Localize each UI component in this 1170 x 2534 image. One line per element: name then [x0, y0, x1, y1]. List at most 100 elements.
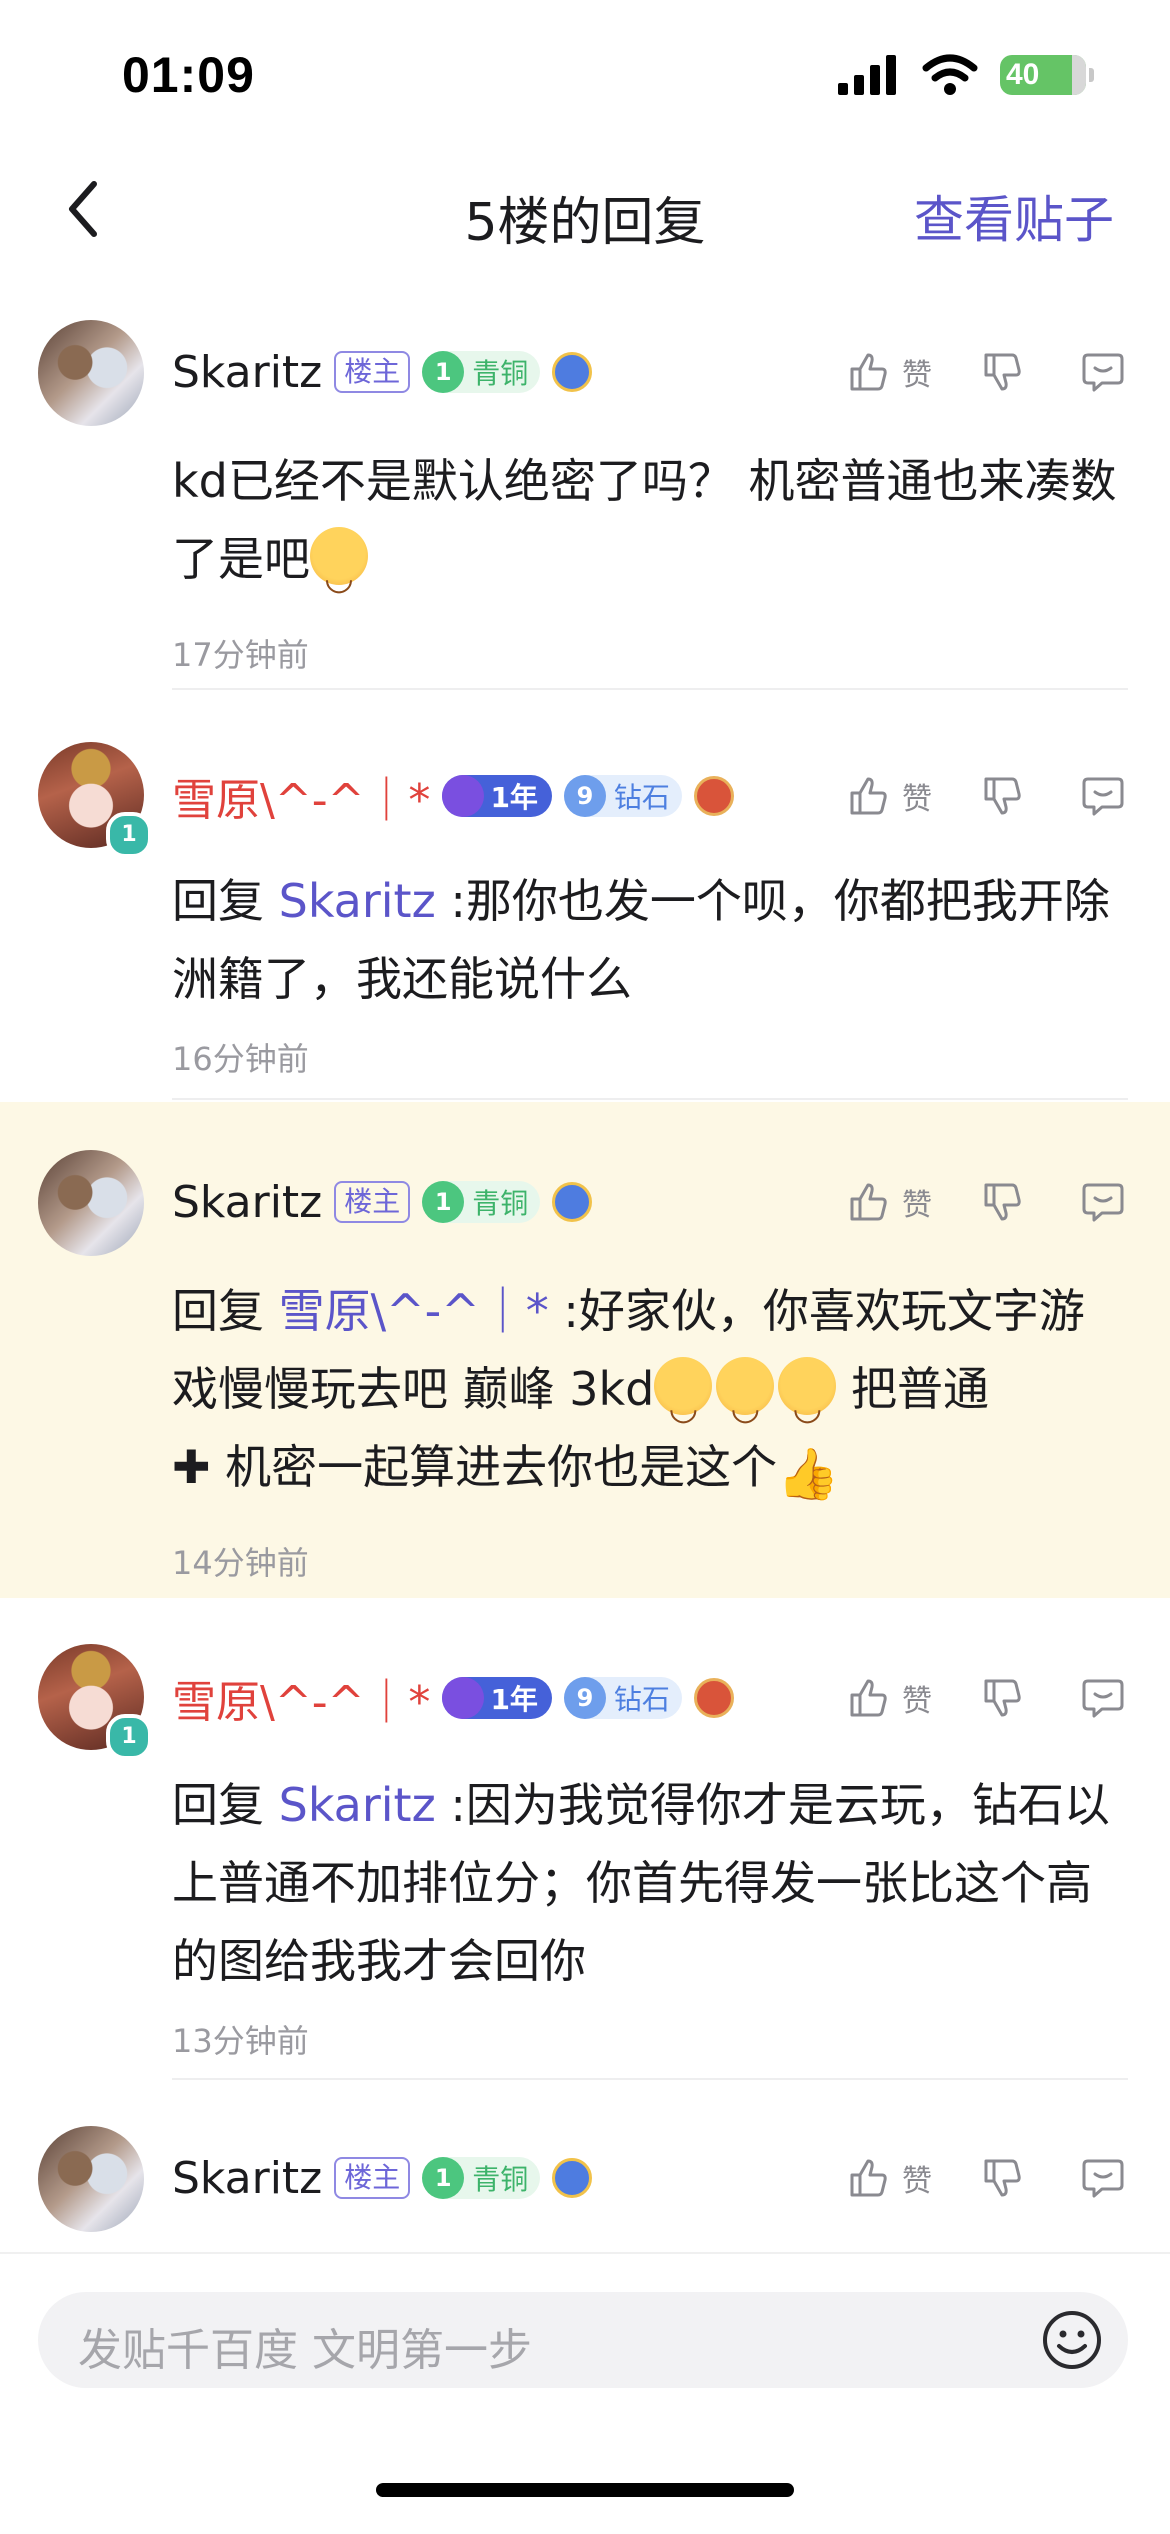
like-button[interactable]: 赞 — [846, 1675, 932, 1721]
year-badge-icon — [442, 775, 485, 817]
username[interactable]: 雪原\^-^｜* — [172, 1666, 430, 1730]
laughing-emoji-icon — [310, 527, 368, 617]
comment-text-part2: 把普通 — [836, 1362, 989, 1416]
comment-time: 16分钟前 — [172, 1040, 309, 1078]
reply-input-placeholder: 发贴千百度 文明第一步 — [78, 2325, 532, 2376]
medal-icon — [552, 2158, 593, 2198]
reply-prefix: 回复 — [172, 1284, 279, 1338]
avatar-level-badge: 1 — [106, 1714, 152, 1760]
username[interactable]: Skaritz — [172, 347, 322, 398]
thumbs-up-icon — [850, 353, 887, 391]
mention-link[interactable]: Skaritz — [279, 1778, 436, 1832]
thumbs-down-icon[interactable] — [980, 1179, 1026, 1225]
medal-icon — [552, 1182, 593, 1222]
nav-bar: 5楼的回复 查看贴子 — [0, 150, 1170, 270]
comment-icon[interactable] — [1080, 1179, 1126, 1225]
rank-level: 9 — [563, 775, 606, 817]
laughing-emoji-icon — [654, 1357, 713, 1447]
username[interactable]: Skaritz — [172, 2153, 322, 2204]
like-button[interactable]: 赞 — [846, 349, 932, 395]
comment-actions: 赞 — [846, 1668, 1126, 1728]
laughing-emoji-icon — [778, 1357, 837, 1447]
comment-item-highlighted: Skaritz 楼主 1 青铜 赞 回复 雪原\^-^｜* :好家伙，你喜欢玩文字… — [0, 1102, 1170, 1598]
avatar[interactable] — [38, 2126, 144, 2232]
rank-level: 9 — [563, 1677, 606, 1719]
year-badge: 1年 — [442, 775, 552, 817]
reply-prefix: 回复 — [172, 1778, 279, 1832]
like-button[interactable]: 赞 — [846, 2155, 932, 2201]
year-badge: 1年 — [442, 1677, 552, 1719]
laughing-emoji-icon — [716, 1357, 775, 1447]
like-label: 赞 — [902, 358, 932, 393]
comment-actions: 赞 — [846, 766, 1126, 826]
comment-actions: 赞 — [846, 342, 1126, 402]
like-label: 赞 — [902, 1684, 932, 1719]
comment-icon[interactable] — [1080, 773, 1126, 819]
rank-level: 1 — [422, 2157, 465, 2199]
avatar[interactable] — [38, 320, 144, 426]
like-label: 赞 — [902, 2164, 932, 2199]
status-bar: 01:09 40 — [0, 0, 1170, 150]
thumbs-down-icon[interactable] — [980, 349, 1026, 395]
avatar[interactable] — [38, 1150, 144, 1256]
thumbs-down-icon[interactable] — [980, 2155, 1026, 2201]
mention-link[interactable]: Skaritz — [279, 874, 436, 928]
like-button[interactable]: 赞 — [846, 773, 932, 819]
medal-icon — [552, 352, 593, 392]
rank-name: 钻石 — [613, 1683, 670, 1716]
comment-body: 回复 雪原\^-^｜* :好家伙，你喜欢玩文字游戏慢慢玩去吧 巅峰 3kd 把普… — [172, 1272, 1128, 1506]
reply-input[interactable]: 发贴千百度 文明第一步 — [38, 2292, 1128, 2388]
battery-level: 40 — [1006, 58, 1040, 91]
comment-icon[interactable] — [1080, 1675, 1126, 1721]
home-indicator — [376, 2483, 794, 2497]
year-badge-icon — [442, 1677, 485, 1719]
status-icons: 40 — [838, 54, 1094, 96]
rank-badge: 1 青铜 — [422, 2157, 541, 2199]
comment-icon[interactable] — [1080, 349, 1126, 395]
medal-icon — [693, 776, 734, 816]
thumbs-down-icon[interactable] — [980, 773, 1026, 819]
thumbs-up-icon — [850, 1183, 887, 1221]
rank-level: 1 — [422, 351, 465, 393]
comment-meta: 雪原\^-^｜* 1年 9 钻石 — [172, 766, 734, 826]
thumbs-up-emoji-icon: 👍 — [777, 1445, 840, 1503]
like-label: 赞 — [902, 782, 932, 817]
comment-item: Skaritz 楼主 1 青铜 赞 kd已经不是默认绝密了吗？ 机密普通也来凑数了… — [0, 290, 1170, 690]
comment-item: Skaritz 楼主 1 青铜 赞 — [0, 2080, 1170, 2252]
rank-name: 青铜 — [472, 1187, 529, 1220]
battery-icon: 40 — [1000, 55, 1094, 95]
like-button[interactable]: 赞 — [846, 1179, 932, 1225]
comment-item: 1 雪原\^-^｜* 1年 9 钻石 赞 回复 Skaritz :那你也发一个呗，… — [0, 712, 1170, 1102]
comment-body: 回复 Skaritz :那你也发一个呗，你都把我开除洲籍了，我还能说什么 — [172, 862, 1128, 1018]
comment-body: 回复 Skaritz :因为我觉得你才是云玩，钻石以上普通不加排位分；你首先得发… — [172, 1766, 1128, 2000]
thumbs-down-icon[interactable] — [980, 1675, 1026, 1721]
owner-badge: 楼主 — [334, 2157, 411, 2199]
like-label: 赞 — [902, 1188, 932, 1223]
emoji-icon[interactable] — [1040, 2308, 1104, 2372]
comment-time: 13分钟前 — [172, 2022, 309, 2060]
comment-actions: 赞 — [846, 2148, 1126, 2208]
rank-name: 青铜 — [472, 357, 529, 390]
comment-item: 1 雪原\^-^｜* 1年 9 钻石 赞 回复 Skaritz :因为我觉得你才是… — [0, 1598, 1170, 2080]
username[interactable]: 雪原\^-^｜* — [172, 764, 430, 828]
rank-level: 1 — [422, 1181, 465, 1223]
mention-link[interactable]: 雪原\^-^｜* — [279, 1284, 549, 1338]
year-label: 1年 — [490, 1683, 538, 1716]
comment-meta: 雪原\^-^｜* 1年 9 钻石 — [172, 1668, 734, 1728]
thumbs-up-icon — [850, 1679, 887, 1717]
comment-actions: 赞 — [846, 1172, 1126, 1232]
plus-icon: ✚ — [172, 1440, 211, 1494]
view-post-button[interactable]: 查看贴子 — [914, 180, 1114, 252]
comment-meta: Skaritz 楼主 1 青铜 — [172, 1172, 593, 1232]
avatar-level-badge: 1 — [106, 812, 152, 858]
signal-icon — [838, 55, 896, 95]
reply-prefix: 回复 — [172, 874, 279, 928]
divider — [172, 688, 1128, 690]
username[interactable]: Skaritz — [172, 1177, 322, 1228]
comment-text-part3: 机密一起算进去你也是这个 — [210, 1440, 778, 1494]
medal-icon — [693, 1678, 734, 1718]
rank-badge: 1 青铜 — [422, 351, 541, 393]
rank-badge: 9 钻石 — [563, 775, 682, 817]
comment-body: kd已经不是默认绝密了吗？ 机密普通也来凑数了是吧 — [172, 442, 1128, 617]
comment-icon[interactable] — [1080, 2155, 1126, 2201]
